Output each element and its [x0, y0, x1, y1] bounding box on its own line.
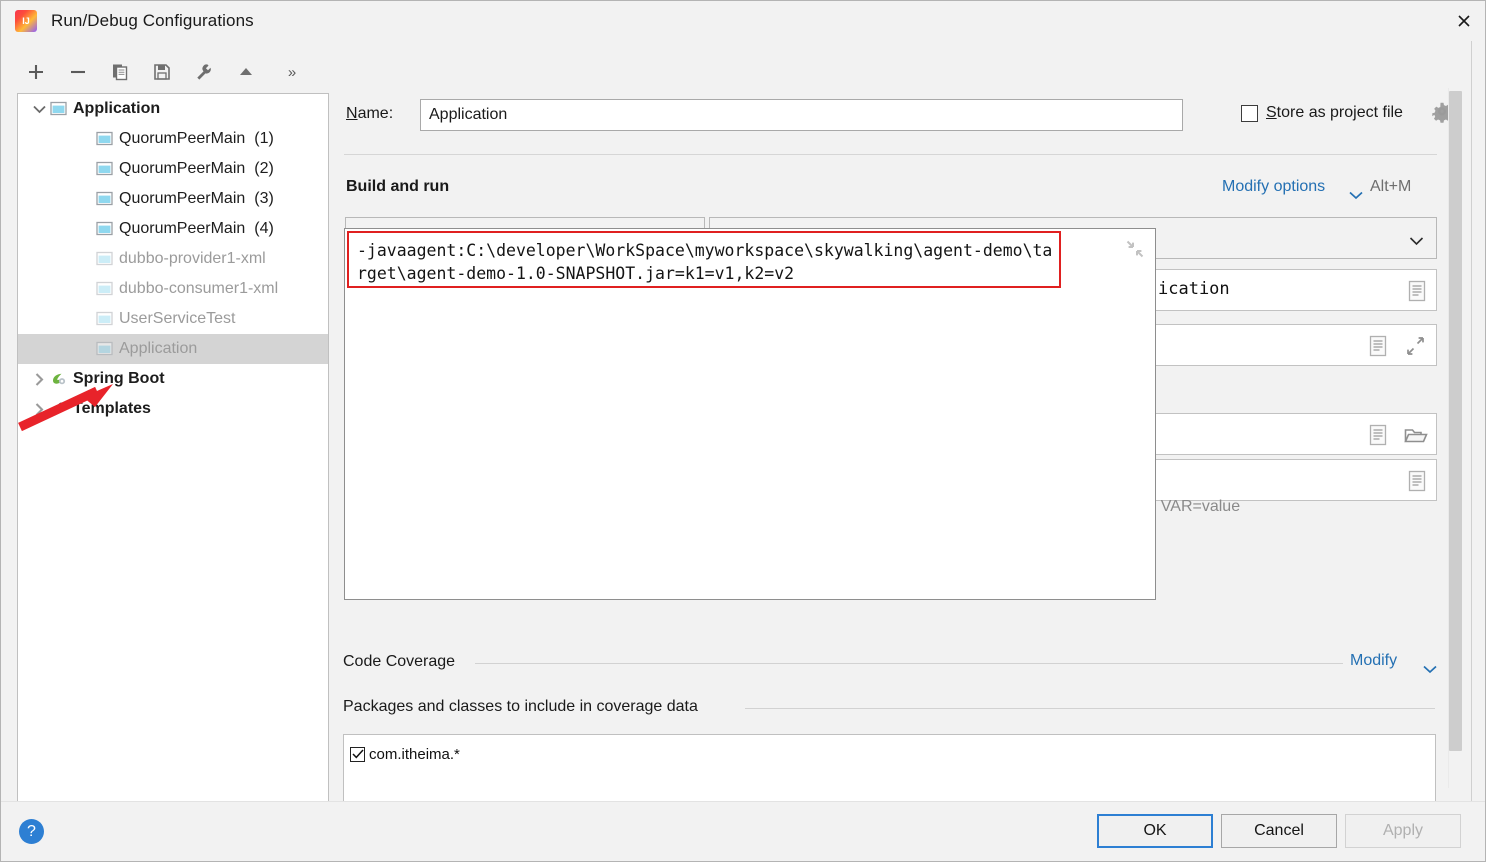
- application-config-icon: [96, 161, 113, 176]
- vm-options-highlight-box: -javaagent:C:\developer\WorkSpace\mywork…: [347, 231, 1061, 288]
- list-expand-icon[interactable]: [1407, 470, 1427, 497]
- tree-item-dubbo-consumer1-xml[interactable]: dubbo-consumer1-xml: [18, 274, 328, 304]
- modify-options-shortcut: Alt+M: [1370, 178, 1412, 195]
- window-title: Run/Debug Configurations: [51, 11, 254, 30]
- application-config-icon: [96, 281, 113, 296]
- list-item[interactable]: com.itheima.*: [344, 741, 1435, 767]
- application-config-icon: [96, 341, 113, 356]
- store-as-project-file-label: Store as project file: [1266, 104, 1403, 121]
- tree-item-suffix: (2): [254, 160, 274, 177]
- main-class-value: ication: [1158, 279, 1230, 299]
- chevron-down-icon[interactable]: [30, 100, 48, 118]
- application-config-icon: [96, 131, 113, 146]
- tree-item-label: Templates: [73, 400, 151, 417]
- ok-button[interactable]: OK: [1097, 814, 1213, 848]
- tree-item-label: QuorumPeerMain: [119, 190, 246, 207]
- save-icon[interactable]: [141, 55, 183, 89]
- tree-item-label: dubbo-consumer1-xml: [119, 280, 279, 297]
- vertical-scrollbar-thumb[interactable]: [1449, 91, 1462, 751]
- apply-button[interactable]: Apply: [1345, 814, 1461, 848]
- tree-item-templates[interactable]: Templates: [18, 394, 328, 424]
- environment-variables-hint: e: VAR=value: [1143, 498, 1241, 515]
- coverage-packages-title: Packages and classes to include in cover…: [343, 698, 706, 716]
- chevron-down-icon[interactable]: [1349, 187, 1363, 205]
- tree-item-suffix: (1): [254, 130, 274, 147]
- tree-item-quorumpeermain-2[interactable]: QuorumPeerMain (2): [18, 154, 328, 184]
- chevron-down-icon[interactable]: [1423, 661, 1437, 679]
- name-label: Name:: [346, 105, 394, 122]
- remove-icon[interactable]: [57, 55, 99, 89]
- wrench-icon: [53, 402, 66, 416]
- tree-toolbar: »: [15, 53, 335, 91]
- code-coverage-modify-link[interactable]: Modify: [1350, 652, 1397, 670]
- application-config-icon: [96, 251, 113, 266]
- wrench-icon[interactable]: [183, 55, 225, 89]
- coverage-packages-divider: [745, 708, 1435, 709]
- application-config-icon: [96, 311, 113, 326]
- tree-item-spring-boot[interactable]: Spring Boot: [18, 364, 328, 394]
- tree-item-quorumpeermain-3[interactable]: QuorumPeerMain (3): [18, 184, 328, 214]
- close-icon[interactable]: [1441, 1, 1485, 41]
- application-config-icon: [50, 101, 67, 116]
- chevron-right-icon[interactable]: [30, 400, 48, 418]
- tree-item-label: UserServiceTest: [119, 310, 236, 327]
- coverage-entry-label: com.itheima.*: [369, 745, 460, 763]
- list-expand-icon[interactable]: [1368, 424, 1388, 451]
- coverage-entry-checkbox[interactable]: [350, 746, 365, 762]
- vm-options-editor[interactable]: -javaagent:C:\developer\WorkSpace\mywork…: [344, 228, 1156, 600]
- tree-item-suffix: (3): [254, 190, 274, 207]
- program-arguments-field[interactable]: [1147, 324, 1437, 366]
- cancel-button[interactable]: Cancel: [1221, 814, 1337, 848]
- tree-item-label: QuorumPeerMain: [119, 130, 246, 147]
- expand-diagonal-icon[interactable]: [1405, 336, 1426, 361]
- code-coverage-divider: [475, 663, 1343, 664]
- list-expand-icon[interactable]: [1368, 335, 1388, 362]
- tree-item-label: QuorumPeerMain: [119, 160, 246, 177]
- configurations-panel: » Application QuorumPeerMain (1) QuorumPeer…: [1, 41, 335, 839]
- configurations-tree[interactable]: Application QuorumPeerMain (1) QuorumPeerMa…: [17, 93, 329, 839]
- collapse-icon[interactable]: [1125, 239, 1145, 264]
- intellij-idea-logo-icon: [15, 10, 37, 32]
- code-coverage-section-title: Code Coverage: [343, 653, 463, 671]
- tree-item-label: Application: [119, 340, 198, 357]
- list-expand-icon[interactable]: [1407, 280, 1427, 307]
- main-class-field[interactable]: ication: [1147, 269, 1437, 311]
- tree-item-label: Application: [73, 100, 161, 117]
- add-icon[interactable]: [15, 55, 57, 89]
- tree-item-application[interactable]: Application: [18, 334, 328, 364]
- environment-variables-field[interactable]: [1147, 459, 1437, 501]
- build-and-run-section-title: Build and run: [346, 178, 450, 195]
- vm-options-value[interactable]: -javaagent:C:\developer\WorkSpace\mywork…: [357, 239, 1057, 285]
- application-config-icon: [96, 221, 113, 236]
- panel-edge-divider: [1471, 41, 1472, 801]
- tree-item-application[interactable]: Application: [18, 94, 328, 124]
- help-button[interactable]: ?: [19, 819, 44, 844]
- name-input[interactable]: [420, 99, 1183, 131]
- spring-boot-icon: [53, 373, 66, 385]
- title-bar: Run/Debug Configurations: [1, 1, 1485, 41]
- tree-item-quorumpeermain-4[interactable]: QuorumPeerMain (4): [18, 214, 328, 244]
- divider-name: [344, 154, 1437, 155]
- tree-item-suffix: (4): [254, 220, 274, 237]
- move-up-icon[interactable]: [225, 55, 267, 89]
- run-debug-configurations-dialog: Run/Debug Configurations: [0, 0, 1486, 862]
- chevron-right-icon[interactable]: [30, 370, 48, 388]
- store-as-project-file-checkbox[interactable]: Store as project file: [1241, 104, 1403, 122]
- tree-item-label: QuorumPeerMain: [119, 220, 246, 237]
- application-config-icon: [96, 191, 113, 206]
- chevron-down-icon: [1409, 233, 1424, 251]
- toolbar-overflow-button[interactable]: »: [279, 64, 305, 81]
- tree-item-quorumpeermain-1[interactable]: QuorumPeerMain (1): [18, 124, 328, 154]
- copy-icon[interactable]: [99, 55, 141, 89]
- tree-item-dubbo-provider1-xml[interactable]: dubbo-provider1-xml: [18, 244, 328, 274]
- store-as-project-file-checkbox-box[interactable]: [1241, 104, 1258, 122]
- configuration-editor-panel: Name: Store as project file Build and ru…: [335, 41, 1485, 846]
- modify-options-link[interactable]: Modify options: [1222, 178, 1325, 196]
- working-directory-field[interactable]: [1147, 413, 1437, 455]
- tree-item-label: Spring Boot: [73, 370, 165, 387]
- folder-open-icon[interactable]: [1404, 426, 1428, 450]
- tree-item-userservicetest[interactable]: UserServiceTest: [18, 304, 328, 334]
- tree-item-label: dubbo-provider1-xml: [119, 250, 266, 267]
